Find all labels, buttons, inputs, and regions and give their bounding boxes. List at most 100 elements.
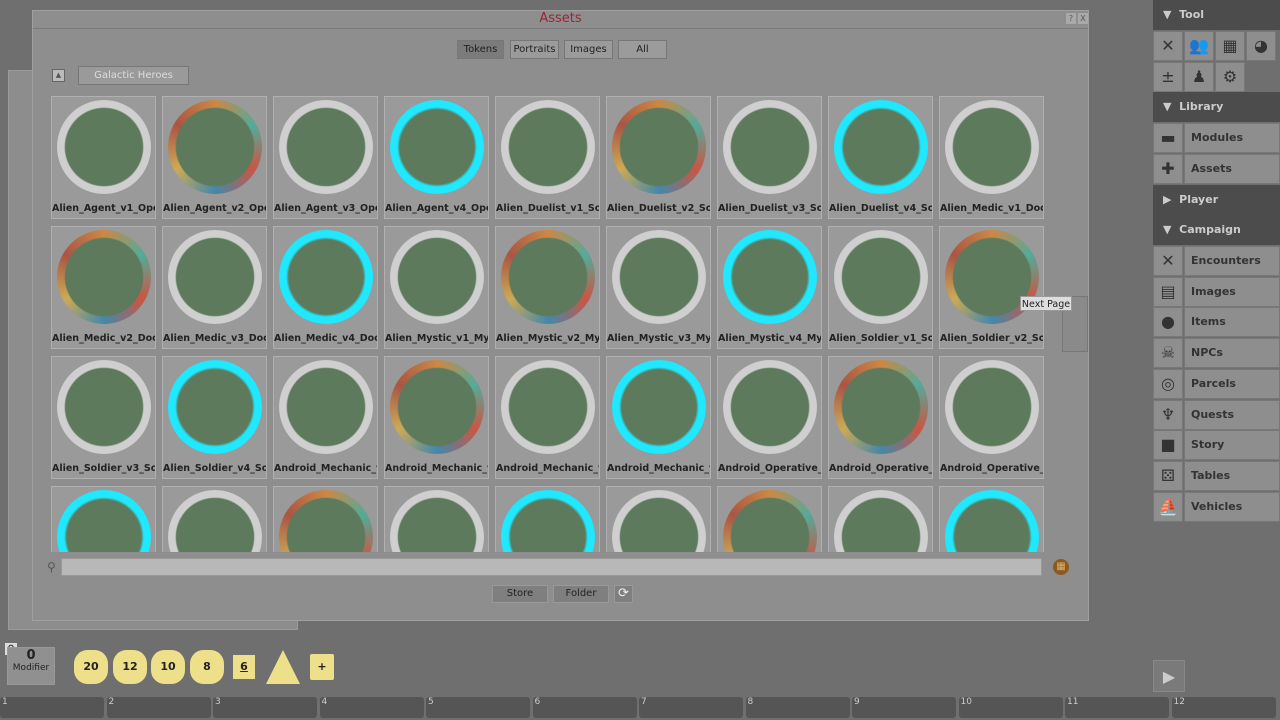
section-header-campaign[interactable]: ▼ Campaign <box>1153 215 1280 245</box>
add-dice-button[interactable]: + <box>310 654 334 680</box>
token-card[interactable]: Alien_Medic_v4_Doct <box>273 226 378 349</box>
hotbar-slot[interactable]: 9 <box>852 697 956 718</box>
token-card[interactable] <box>162 486 267 552</box>
token-card[interactable]: Alien_Mystic_v2_Mys <box>495 226 600 349</box>
sidebar-item-encounters[interactable]: Encounters <box>1184 246 1280 276</box>
swords-icon[interactable]: ✕ <box>1153 31 1183 61</box>
token-card[interactable]: Alien_Agent_v2_Oper <box>162 96 267 219</box>
sidebar-item-modules[interactable]: Modules <box>1184 123 1280 153</box>
sidebar-item-npcs[interactable]: NPCs <box>1184 338 1280 369</box>
token-card[interactable]: Alien_Duelist_v3_Sold <box>717 96 822 219</box>
hotbar-slot[interactable]: 7 <box>639 697 743 718</box>
token-card[interactable]: Android_Operative_v <box>717 356 822 479</box>
hotbar-slot[interactable]: 5 <box>426 697 530 718</box>
help-button[interactable]: ? <box>1066 13 1076 24</box>
token-card[interactable] <box>939 486 1044 552</box>
tab-portraits[interactable]: Portraits <box>510 40 559 59</box>
token-card[interactable]: Alien_Medic_v3_Doct <box>162 226 267 349</box>
token-card[interactable]: Alien_Agent_v4_Oper <box>384 96 489 219</box>
token-card[interactable]: Alien_Medic_v2_Doct <box>51 226 156 349</box>
folder-open-button[interactable]: Folder <box>553 585 609 603</box>
token-label: Android_Operative_v <box>718 463 821 474</box>
token-card[interactable] <box>273 486 378 552</box>
search-input[interactable] <box>61 558 1042 576</box>
plus-minus-icon[interactable]: ± <box>1153 62 1183 92</box>
token-card[interactable]: Android_Operative_v <box>828 356 933 479</box>
modifier-box[interactable]: 0 Modifier <box>7 647 55 685</box>
token-card[interactable]: Alien_Duelist_v2_Sold <box>606 96 711 219</box>
tab-tokens[interactable]: Tokens <box>457 40 504 59</box>
token-image <box>501 100 595 194</box>
token-card[interactable]: Alien_Mystic_v1_Mys <box>384 226 489 349</box>
sidebar-item-tables[interactable]: Tables <box>1184 460 1280 491</box>
token-card[interactable] <box>717 486 822 552</box>
section-header-library[interactable]: ▼ Library <box>1153 92 1280 122</box>
map-icon: ▤ <box>1153 276 1183 307</box>
palette-icon[interactable]: ◕ <box>1246 31 1276 61</box>
token-card[interactable]: Alien_Agent_v1_Oper <box>51 96 156 219</box>
token-card[interactable]: Alien_Soldier_v2_Sold <box>939 226 1044 349</box>
section-label: Tool <box>1179 8 1205 21</box>
token-card[interactable]: Alien_Soldier_v4_Sold <box>162 356 267 479</box>
tab-all[interactable]: All <box>618 40 667 59</box>
token-image <box>57 230 151 324</box>
hotbar-slot[interactable]: 2 <box>106 697 211 718</box>
sidebar-item-quests[interactable]: Quests <box>1184 399 1280 430</box>
sidebar-item-items[interactable]: Items <box>1184 307 1280 338</box>
hotbar-slot[interactable]: 1 <box>0 697 104 718</box>
sidebar-item-assets[interactable]: Assets <box>1184 154 1280 184</box>
token-card[interactable] <box>828 486 933 552</box>
sidebar-item-images[interactable]: Images <box>1184 276 1280 307</box>
die-d12[interactable]: 12 <box>113 650 147 684</box>
token-card[interactable]: Alien_Agent_v3_Oper <box>273 96 378 219</box>
token-label: Alien_Duelist_v2_Sold <box>607 203 710 214</box>
tab-images[interactable]: Images <box>564 40 613 59</box>
hotbar-slot[interactable]: 6 <box>532 697 637 718</box>
sidebar-item-parcels[interactable]: Parcels <box>1184 368 1280 399</box>
sidebar-item-story[interactable]: Story <box>1184 430 1280 461</box>
token-card[interactable]: Alien_Duelist_v4_Sold <box>828 96 933 219</box>
token-card[interactable]: Alien_Mystic_v3_Mys <box>606 226 711 349</box>
token-card[interactable]: Android_Operative_v <box>939 356 1044 479</box>
hotbar-slot[interactable]: 11 <box>1065 697 1169 718</box>
sidebar-item-vehicles[interactable]: Vehicles <box>1184 491 1280 522</box>
hotbar-slot[interactable]: 8 <box>745 697 850 718</box>
folder-button[interactable]: Galactic Heroes <box>78 66 189 85</box>
play-icon[interactable]: ▶ <box>1153 660 1185 692</box>
close-button[interactable]: X <box>1078 13 1088 24</box>
users-icon[interactable]: 👥 <box>1184 31 1214 61</box>
token-card[interactable]: Alien_Mystic_v4_Mys <box>717 226 822 349</box>
calendar-icon[interactable]: ▦ <box>1215 31 1245 61</box>
grid-view-icon[interactable]: ▦ <box>1053 559 1069 575</box>
hotbar-slot[interactable]: 4 <box>319 697 424 718</box>
token-label: Android_Mechanic_v <box>607 463 710 474</box>
token-card[interactable]: Android_Mechanic_v <box>273 356 378 479</box>
section-header-tool[interactable]: ▼ Tool <box>1153 0 1280 30</box>
die-d20[interactable]: 20 <box>74 650 108 684</box>
hotbar-slot[interactable]: 10 <box>958 697 1063 718</box>
hotbar-slot[interactable]: 3 <box>213 697 317 718</box>
token-card[interactable] <box>384 486 489 552</box>
hotbar-slot[interactable]: 12 <box>1171 697 1276 718</box>
folder-up-button[interactable]: ▲ <box>52 69 65 82</box>
die-d8[interactable]: 8 <box>190 650 224 684</box>
token-card[interactable] <box>51 486 156 552</box>
token-card[interactable] <box>606 486 711 552</box>
token-card[interactable]: Android_Mechanic_v <box>495 356 600 479</box>
refresh-icon[interactable]: ⟳ <box>614 585 633 603</box>
gear-icon[interactable]: ⚙ <box>1215 62 1245 92</box>
token-card[interactable]: Android_Mechanic_v <box>606 356 711 479</box>
effects-icon[interactable]: ♟ <box>1184 62 1214 92</box>
die-d4[interactable] <box>266 650 300 684</box>
section-label: Campaign <box>1179 223 1241 236</box>
token-card[interactable]: Alien_Medic_v1_Doct <box>939 96 1044 219</box>
token-card[interactable]: Alien_Duelist_v1_Sold <box>495 96 600 219</box>
token-card[interactable]: Alien_Soldier_v1_Sold <box>828 226 933 349</box>
die-d10[interactable]: 10 <box>151 650 185 684</box>
token-card[interactable]: Alien_Soldier_v3_Sold <box>51 356 156 479</box>
die-d6[interactable]: 6 <box>233 655 255 679</box>
token-card[interactable] <box>495 486 600 552</box>
section-header-player[interactable]: ▶ Player <box>1153 185 1280 215</box>
token-card[interactable]: Android_Mechanic_v <box>384 356 489 479</box>
store-button[interactable]: Store <box>492 585 548 603</box>
